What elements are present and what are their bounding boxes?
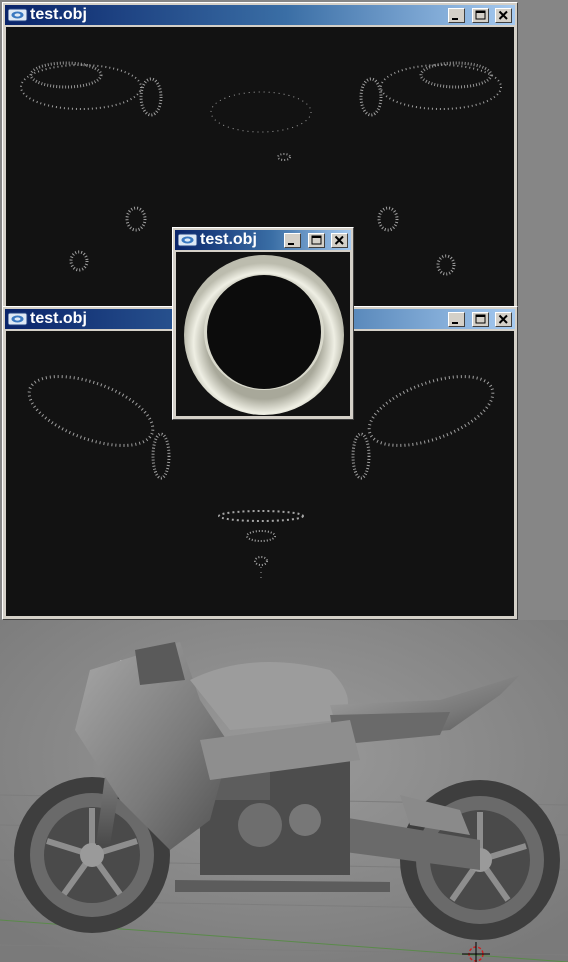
close-icon <box>334 235 344 245</box>
maximize-icon <box>475 314 486 324</box>
minimize-button[interactable] <box>448 8 466 23</box>
maximize-button[interactable] <box>471 8 489 23</box>
minimize-button[interactable] <box>284 233 302 248</box>
window-popup[interactable]: test.obj <box>172 227 354 420</box>
minimize-button[interactable] <box>448 312 466 327</box>
window-title: test.obj <box>200 231 257 248</box>
torus-render <box>184 255 344 415</box>
close-icon <box>498 314 508 324</box>
minimize-icon <box>288 243 295 245</box>
app-icon[interactable] <box>177 233 198 247</box>
viewport-canvas <box>0 620 568 962</box>
3d-viewport[interactable] <box>0 620 568 962</box>
minimize-icon <box>452 322 459 324</box>
window-title: test.obj <box>30 6 87 23</box>
title-bar[interactable]: test.obj <box>5 5 515 25</box>
window-title: test.obj <box>30 310 87 327</box>
app-icon[interactable] <box>7 8 28 22</box>
close-button[interactable] <box>495 8 512 23</box>
maximize-icon <box>311 235 322 245</box>
title-bar[interactable]: test.obj <box>175 230 351 250</box>
close-button[interactable] <box>331 233 348 248</box>
maximize-button[interactable] <box>471 312 489 327</box>
app-icon[interactable] <box>7 312 28 326</box>
maximize-icon <box>475 10 486 20</box>
close-icon <box>498 10 508 20</box>
render-canvas[interactable] <box>176 252 350 416</box>
maximize-button[interactable] <box>307 233 325 248</box>
minimize-icon <box>452 18 459 20</box>
close-button[interactable] <box>495 312 512 327</box>
